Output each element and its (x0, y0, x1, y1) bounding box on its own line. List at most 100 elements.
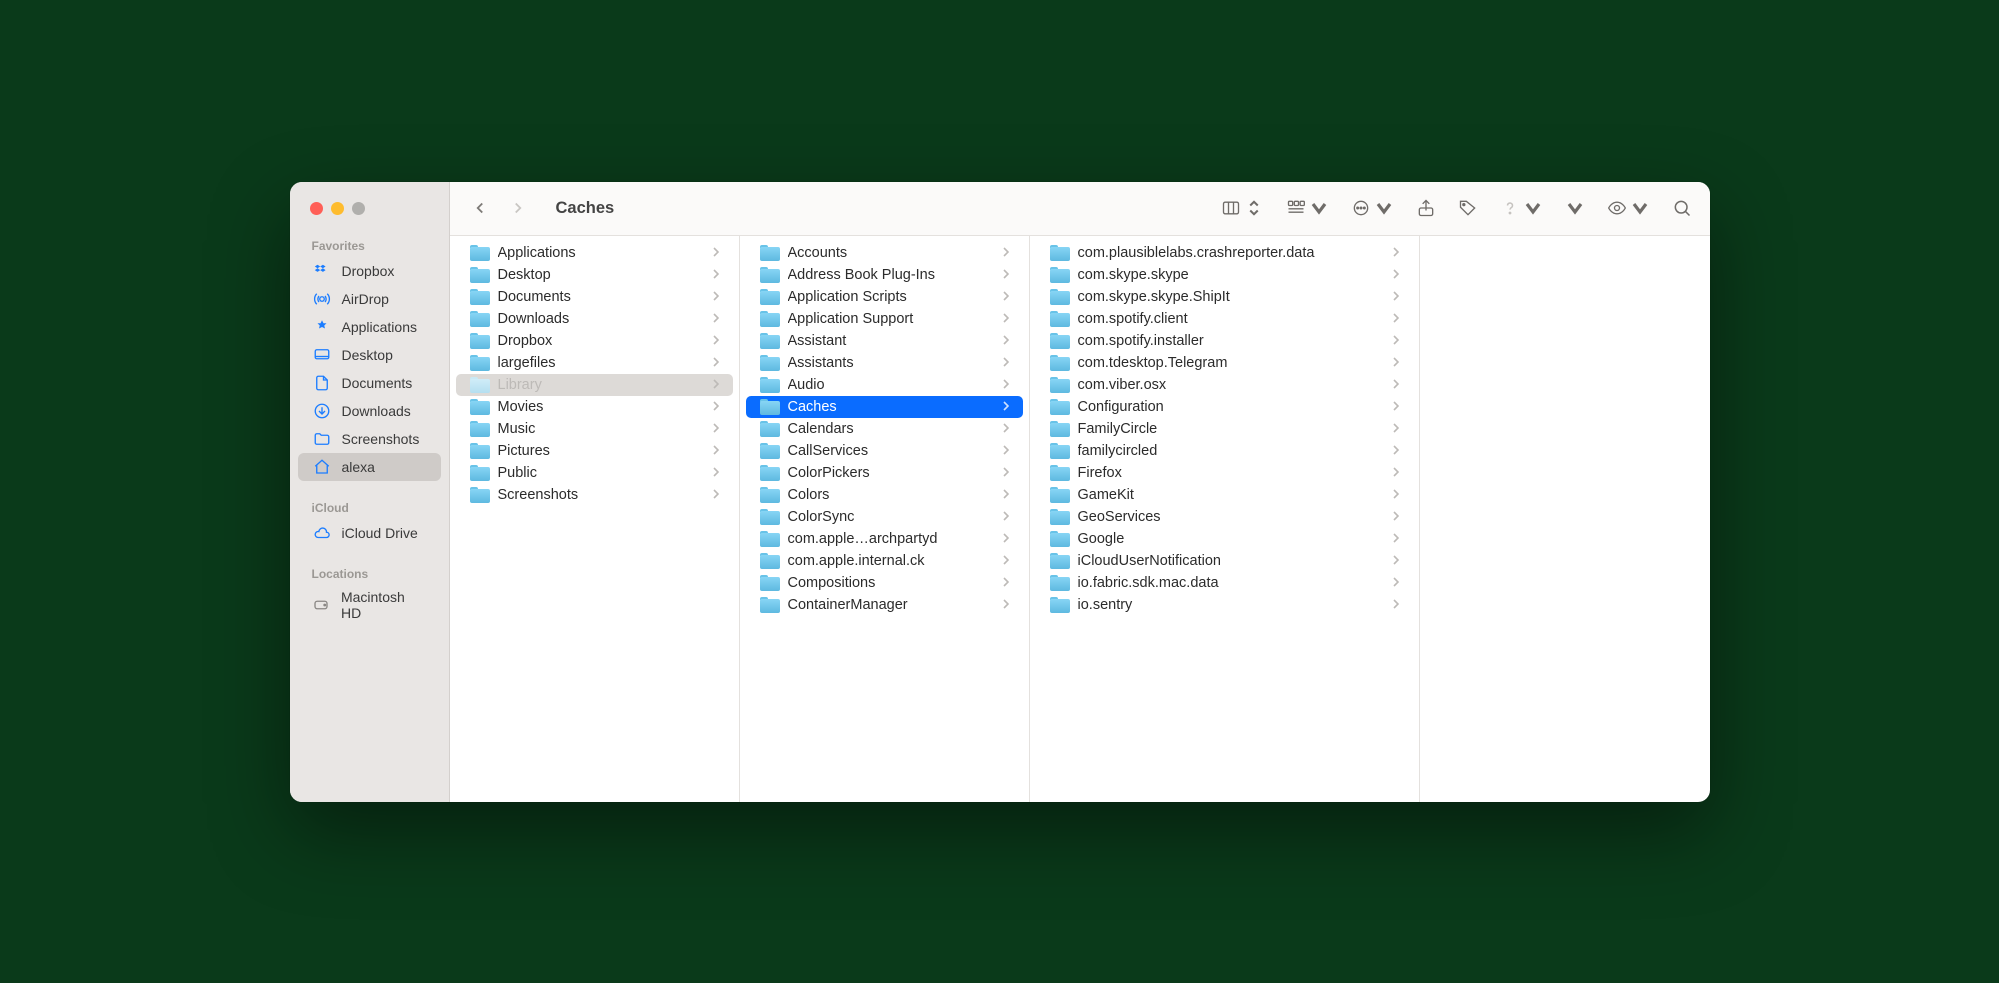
sidebar-item[interactable]: iCloud Drive (298, 519, 441, 547)
sidebar-item[interactable]: Downloads (298, 397, 441, 425)
folder-row[interactable]: Colors (746, 484, 1023, 506)
folder-name: iCloudUserNotification (1078, 553, 1385, 569)
folder-row[interactable]: Applications (456, 242, 733, 264)
forward-button[interactable] (506, 196, 530, 220)
folder-row[interactable]: Google (1036, 528, 1413, 550)
browser-column[interactable]: com.plausiblelabs.crashreporter.datacom.… (1030, 236, 1420, 802)
folder-row[interactable]: familycircled (1036, 440, 1413, 462)
folder-icon (760, 333, 780, 349)
folder-row[interactable]: ColorSync (746, 506, 1023, 528)
folder-icon (1050, 377, 1070, 393)
folder-row[interactable]: Assistants (746, 352, 1023, 374)
folder-row[interactable]: io.fabric.sdk.mac.data (1036, 572, 1413, 594)
folder-row[interactable]: com.spotify.client (1036, 308, 1413, 330)
group-by-button[interactable] (1286, 198, 1329, 218)
folder-row[interactable]: ColorPickers (746, 462, 1023, 484)
sidebar-item[interactable]: alexa (298, 453, 441, 481)
folder-row[interactable]: Address Book Plug-Ins (746, 264, 1023, 286)
sidebar-item[interactable]: Dropbox (298, 257, 441, 285)
folder-row[interactable]: CallServices (746, 440, 1023, 462)
chevron-right-icon (1003, 357, 1011, 369)
folder-row[interactable]: Assistant (746, 330, 1023, 352)
share-button[interactable] (1416, 198, 1436, 218)
browser-column[interactable]: ApplicationsDesktopDocumentsDownloadsDro… (450, 236, 740, 802)
folder-row[interactable]: Accounts (746, 242, 1023, 264)
window-title: Caches (556, 199, 615, 218)
minimize-window-button[interactable] (331, 202, 344, 215)
chevron-right-icon (713, 401, 721, 413)
sidebar-item[interactable]: Documents (298, 369, 441, 397)
back-button[interactable] (468, 196, 492, 220)
folder-row[interactable]: com.spotify.installer (1036, 330, 1413, 352)
folder-row[interactable]: Firefox (1036, 462, 1413, 484)
chevron-right-icon (1393, 467, 1401, 479)
browser-column[interactable] (1420, 236, 1710, 802)
folder-row[interactable]: Calendars (746, 418, 1023, 440)
sidebar-item[interactable]: Screenshots (298, 425, 441, 453)
folder-row[interactable]: com.skype.skype (1036, 264, 1413, 286)
folder-row[interactable]: largefiles (456, 352, 733, 374)
dropdown-button[interactable] (1565, 198, 1585, 218)
folder-name: Audio (788, 377, 995, 393)
folder-row[interactable]: Pictures (456, 440, 733, 462)
help-button[interactable] (1500, 198, 1543, 218)
chevron-right-icon (1003, 445, 1011, 457)
close-window-button[interactable] (310, 202, 323, 215)
folder-row[interactable]: com.apple…archpartyd (746, 528, 1023, 550)
chevron-right-icon (1393, 445, 1401, 457)
folder-row[interactable]: Desktop (456, 264, 733, 286)
folder-row[interactable]: Public (456, 462, 733, 484)
folder-row[interactable]: Music (456, 418, 733, 440)
folder-icon (1050, 311, 1070, 327)
folder-row[interactable]: Dropbox (456, 330, 733, 352)
sidebar-item[interactable]: Applications (298, 313, 441, 341)
search-button[interactable] (1672, 198, 1692, 218)
action-menu-button[interactable] (1351, 198, 1394, 218)
folder-row[interactable]: com.tdesktop.Telegram (1036, 352, 1413, 374)
finder-window: FavoritesDropboxAirDropApplicationsDeskt… (290, 182, 1710, 802)
tags-button[interactable] (1458, 198, 1478, 218)
view-columns-button[interactable] (1221, 198, 1264, 218)
folder-row[interactable]: Movies (456, 396, 733, 418)
folder-name: Public (498, 465, 705, 481)
folder-row[interactable]: Application Scripts (746, 286, 1023, 308)
sidebar-item[interactable]: AirDrop (298, 285, 441, 313)
folder-row[interactable]: Application Support (746, 308, 1023, 330)
folder-row[interactable]: com.plausiblelabs.crashreporter.data (1036, 242, 1413, 264)
folder-row[interactable]: GeoServices (1036, 506, 1413, 528)
folder-row[interactable]: iCloudUserNotification (1036, 550, 1413, 572)
disk-icon (312, 595, 331, 615)
folder-row[interactable]: Compositions (746, 572, 1023, 594)
folder-row[interactable]: com.skype.skype.ShipIt (1036, 286, 1413, 308)
sidebar-item[interactable]: Macintosh HD (298, 585, 441, 625)
folder-row[interactable]: io.sentry (1036, 594, 1413, 616)
folder-row[interactable]: Configuration (1036, 396, 1413, 418)
folder-row[interactable]: Caches (746, 396, 1023, 418)
folder-row[interactable]: com.viber.osx (1036, 374, 1413, 396)
folder-icon (470, 355, 490, 371)
folder-row[interactable]: FamilyCircle (1036, 418, 1413, 440)
folder-row[interactable]: com.apple.internal.ck (746, 550, 1023, 572)
folder-row[interactable]: GameKit (1036, 484, 1413, 506)
folder-name: com.tdesktop.Telegram (1078, 355, 1385, 371)
sidebar-item-label: Downloads (342, 403, 411, 419)
folder-row[interactable]: Documents (456, 286, 733, 308)
folder-row[interactable]: ContainerManager (746, 594, 1023, 616)
folder-row[interactable]: Screenshots (456, 484, 733, 506)
folder-icon (760, 597, 780, 613)
toolbar: Caches (450, 182, 1710, 236)
folder-icon (760, 355, 780, 371)
sidebar-item[interactable]: Desktop (298, 341, 441, 369)
chevron-right-icon (1003, 533, 1011, 545)
browser-column[interactable]: AccountsAddress Book Plug-InsApplication… (740, 236, 1030, 802)
quicklook-button[interactable] (1607, 198, 1650, 218)
folder-row[interactable]: Audio (746, 374, 1023, 396)
folder-row[interactable]: Library (456, 374, 733, 396)
zoom-window-button[interactable] (352, 202, 365, 215)
chevron-right-icon (1003, 599, 1011, 611)
folder-icon (1050, 465, 1070, 481)
chevron-right-icon (713, 357, 721, 369)
chevron-right-icon (713, 291, 721, 303)
folder-row[interactable]: Downloads (456, 308, 733, 330)
chevron-right-icon (1393, 489, 1401, 501)
